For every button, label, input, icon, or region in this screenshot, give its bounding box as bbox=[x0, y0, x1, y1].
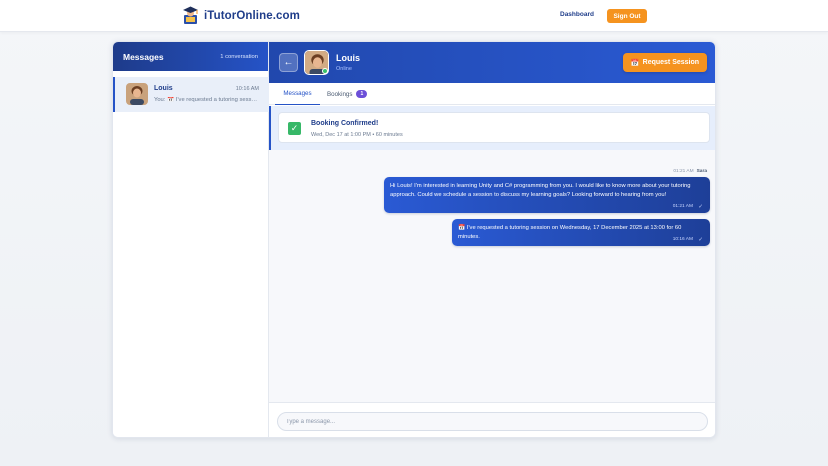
message-bubble: Hi Louis! I'm interested in learning Uni… bbox=[384, 177, 710, 213]
message-bubble: 📅 I've requested a tutoring session on W… bbox=[452, 219, 710, 246]
booking-confirmed-banner: ✓ Booking Confirmed! Wed, Dec 17 at 1:00… bbox=[278, 112, 710, 143]
tab-bookings[interactable]: Bookings 1 bbox=[327, 83, 368, 105]
top-nav: iTutorOnline.com Dashboard Sign Out bbox=[0, 0, 828, 32]
avatar bbox=[126, 83, 148, 105]
sign-out-button[interactable]: Sign Out bbox=[607, 9, 647, 23]
message-composer bbox=[269, 402, 715, 437]
back-arrow-icon[interactable]: ← bbox=[279, 53, 298, 72]
thread-meta-sender: Sara bbox=[696, 169, 707, 174]
chat-tabs: Messages Bookings 1 bbox=[269, 83, 715, 105]
thread-meta: 01:21 AM Sara bbox=[673, 169, 707, 174]
conversation-count: 1 conversation bbox=[220, 53, 258, 60]
tab-messages[interactable]: Messages bbox=[275, 83, 320, 105]
chat-contact-name: Louis bbox=[336, 53, 360, 63]
message-time: 01:21 AM bbox=[672, 204, 693, 209]
chat-contact-status: Online bbox=[336, 66, 352, 72]
bookings-count-badge: 1 bbox=[356, 90, 368, 98]
calendar-icon: 📅 bbox=[630, 59, 640, 67]
message-text: Hi Louis! I'm interested in learning Uni… bbox=[390, 183, 691, 198]
conversation-item-louis[interactable]: Louis 10:16 AM You: 📅 I've requested a t… bbox=[113, 77, 269, 112]
message-text: 📅 I've requested a tutoring session on W… bbox=[458, 225, 682, 240]
messages-card: Messages 1 conversation Louis 10:16 AM Y… bbox=[112, 41, 716, 438]
banner-subtitle: Wed, Dec 17 at 1:00 PM • 60 minutes bbox=[311, 132, 403, 138]
tab-messages-label: Messages bbox=[283, 90, 312, 97]
read-check-icon: ✓ bbox=[698, 237, 703, 243]
graduation-logo-icon bbox=[183, 6, 198, 24]
message-time: 10:16 AM bbox=[672, 237, 693, 242]
conversation-name: Louis bbox=[154, 85, 173, 92]
chat-panel: ← Louis Online 📅 Request Session Message… bbox=[269, 42, 715, 437]
request-session-label: Request Session bbox=[642, 59, 700, 66]
read-check-icon: ✓ bbox=[698, 204, 703, 210]
online-status-dot bbox=[322, 68, 328, 74]
dashboard-link[interactable]: Dashboard bbox=[560, 11, 594, 18]
thread-meta-time: 01:21 AM bbox=[673, 169, 694, 174]
sidebar-header: Messages 1 conversation bbox=[113, 42, 268, 71]
brand[interactable]: iTutorOnline.com bbox=[182, 6, 300, 25]
message-input[interactable] bbox=[277, 412, 708, 431]
booking-banner-area: ✓ Booking Confirmed! Wed, Dec 17 at 1:00… bbox=[269, 106, 715, 150]
brand-name: iTutorOnline.com bbox=[204, 9, 300, 22]
conversation-time: 10:16 AM bbox=[235, 86, 259, 92]
banner-title: Booking Confirmed! bbox=[311, 120, 379, 127]
checkmark-icon: ✓ bbox=[288, 122, 301, 135]
chat-header: ← Louis Online 📅 Request Session bbox=[269, 42, 715, 83]
conversation-preview: You: 📅 I've requested a tutoring session bbox=[154, 97, 258, 103]
message-thread[interactable]: 01:21 AM Sara Hi Louis! I'm interested in… bbox=[269, 150, 715, 402]
sidebar-title: Messages bbox=[123, 51, 164, 62]
request-session-button[interactable]: 📅 Request Session bbox=[623, 53, 707, 72]
conversation-sidebar: Messages 1 conversation Louis 10:16 AM Y… bbox=[113, 42, 269, 437]
tab-bookings-label: Bookings bbox=[327, 90, 353, 98]
